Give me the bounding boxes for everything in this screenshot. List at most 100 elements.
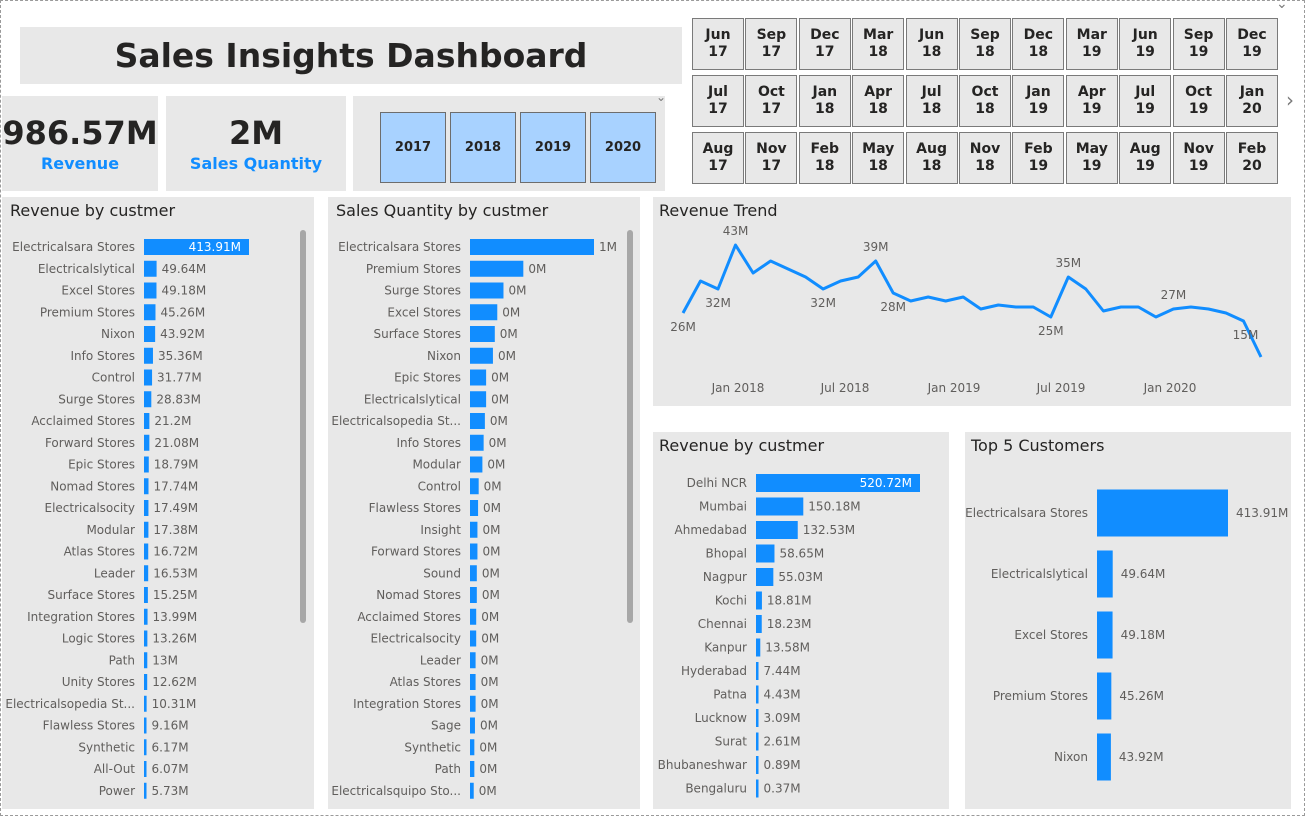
data-label: 49.18M bbox=[161, 284, 206, 298]
filter-chevron-down-icon[interactable]: ⌄ bbox=[1276, 0, 1288, 12]
category-label: Delhi NCR bbox=[687, 476, 747, 490]
month-button-sep-18[interactable]: Sep 18 bbox=[959, 18, 1011, 70]
data-label: 4.43M bbox=[764, 688, 801, 702]
category-label: Premium Stores bbox=[40, 305, 135, 319]
data-label: 13.26M bbox=[152, 632, 197, 646]
month-button-jan-18[interactable]: Jan 18 bbox=[798, 75, 851, 127]
month-button-feb-18[interactable]: Feb 18 bbox=[798, 132, 851, 184]
month-year-label: 20 bbox=[1242, 101, 1262, 117]
category-label: Surge Stores bbox=[58, 392, 135, 406]
month-button-dec-17[interactable]: Dec 17 bbox=[798, 18, 851, 70]
bar bbox=[144, 347, 153, 364]
month-year-label: 20 bbox=[1242, 158, 1262, 174]
month-label: Feb bbox=[1024, 141, 1053, 157]
year-button-2018[interactable]: 2018 bbox=[450, 112, 516, 183]
month-button-aug-17[interactable]: Aug 17 bbox=[692, 132, 744, 184]
month-year-label: 19 bbox=[1135, 44, 1155, 60]
data-label: 0M bbox=[482, 545, 500, 559]
scrollbar[interactable] bbox=[300, 230, 306, 623]
bar bbox=[144, 761, 147, 777]
month-button-jun-18[interactable]: Jun 18 bbox=[905, 18, 958, 70]
month-button-may-18[interactable]: May 18 bbox=[852, 132, 905, 184]
month-button-nov-18[interactable]: Nov 18 bbox=[959, 132, 1011, 184]
month-button-jan-19[interactable]: Jan 19 bbox=[1012, 75, 1065, 127]
month-button-oct-18[interactable]: Oct 18 bbox=[959, 75, 1011, 127]
revenue-by-market-panel: Revenue by custmer Delhi NCR 520.72M Mumba… bbox=[653, 432, 949, 809]
month-button-may-19[interactable]: May 19 bbox=[1065, 132, 1118, 184]
bar bbox=[1097, 550, 1113, 598]
month-button-aug-19[interactable]: Aug 19 bbox=[1119, 132, 1172, 184]
month-button-jul-19[interactable]: Jul 19 bbox=[1119, 75, 1172, 127]
year-button-2017[interactable]: 2017 bbox=[380, 112, 446, 183]
sales-quantity-value: 2M bbox=[228, 114, 284, 152]
data-label: 18.81M bbox=[767, 594, 812, 608]
month-button-sep-17[interactable]: Sep 17 bbox=[745, 18, 798, 70]
category-label: Excel Stores bbox=[61, 284, 135, 298]
category-label: Sound bbox=[423, 566, 461, 580]
month-label: Jun bbox=[919, 27, 945, 43]
data-label: 27M bbox=[1161, 288, 1187, 302]
month-button-jul-17[interactable]: Jul 17 bbox=[692, 75, 744, 127]
scrollbar[interactable] bbox=[627, 230, 633, 623]
month-button-mar-18[interactable]: Mar 18 bbox=[852, 18, 905, 70]
month-button-sep-19[interactable]: Sep 19 bbox=[1172, 18, 1225, 70]
bar bbox=[144, 478, 149, 495]
revenue-trend-panel: Revenue Trend 26M 32M 43M 32M 39M 28M 25M 35M 27… bbox=[653, 197, 1291, 406]
month-label: Apr bbox=[1077, 84, 1106, 100]
month-button-oct-19[interactable]: Oct 19 bbox=[1172, 75, 1225, 127]
bar bbox=[470, 304, 498, 321]
category-label: Logic Stores bbox=[62, 632, 135, 646]
data-label: 0M bbox=[491, 371, 509, 385]
category-label: Hyderabad bbox=[681, 664, 747, 678]
month-year-label: 18 bbox=[975, 101, 995, 117]
year-button-2020[interactable]: 2020 bbox=[590, 112, 656, 183]
month-button-jul-18[interactable]: Jul 18 bbox=[905, 75, 958, 127]
month-button-jun-19[interactable]: Jun 19 bbox=[1119, 18, 1172, 70]
sales-quantity-card[interactable]: 2M Sales Quantity bbox=[166, 96, 346, 191]
data-label: 28M bbox=[880, 300, 906, 314]
month-button-apr-18[interactable]: Apr 18 bbox=[852, 75, 905, 127]
year-button-2019[interactable]: 2019 bbox=[520, 112, 586, 183]
month-button-nov-17[interactable]: Nov 17 bbox=[745, 132, 798, 184]
data-label: 58.65M bbox=[779, 547, 824, 561]
bar bbox=[470, 456, 483, 473]
month-button-oct-17[interactable]: Oct 17 bbox=[745, 75, 798, 127]
bar bbox=[144, 587, 148, 603]
bar bbox=[756, 544, 775, 563]
month-year-label: 17 bbox=[815, 44, 835, 60]
category-label: Premium Stores bbox=[366, 262, 461, 276]
month-button-mar-19[interactable]: Mar 19 bbox=[1065, 18, 1118, 70]
bar bbox=[470, 413, 485, 429]
month-button-feb-20[interactable]: Feb 20 bbox=[1226, 132, 1278, 184]
data-label: 0M bbox=[482, 588, 500, 602]
month-label: Sep bbox=[1183, 27, 1214, 43]
category-label: Electricalsara Stores bbox=[338, 240, 461, 254]
category-label: Integration Stores bbox=[353, 697, 461, 711]
category-label: Electricalsocity bbox=[45, 501, 136, 515]
revenue-card[interactable]: 986.57M Revenue bbox=[2, 96, 158, 191]
data-label: 35M bbox=[1056, 256, 1082, 270]
data-label: 43.92M bbox=[160, 327, 205, 341]
bar bbox=[144, 391, 152, 408]
month-button-dec-18[interactable]: Dec 18 bbox=[1012, 18, 1065, 70]
category-label: Modular bbox=[86, 523, 135, 537]
month-label: Nov bbox=[1183, 141, 1214, 157]
data-label: 49.64M bbox=[162, 262, 207, 276]
month-button-apr-19[interactable]: Apr 19 bbox=[1065, 75, 1118, 127]
month-button-jan-20[interactable]: Jan 20 bbox=[1226, 75, 1278, 127]
month-label: Nov bbox=[756, 141, 787, 157]
month-button-aug-18[interactable]: Aug 18 bbox=[905, 132, 958, 184]
chevron-down-icon[interactable]: ⌄ bbox=[656, 90, 666, 104]
month-button-nov-19[interactable]: Nov 19 bbox=[1172, 132, 1225, 184]
chevron-right-icon[interactable]: › bbox=[1286, 88, 1294, 112]
bar bbox=[470, 478, 479, 495]
month-button-jun-17[interactable]: Jun 17 bbox=[692, 18, 744, 70]
month-button-feb-19[interactable]: Feb 19 bbox=[1012, 132, 1065, 184]
month-year-label: 19 bbox=[1135, 101, 1155, 117]
month-label: Aug bbox=[916, 141, 947, 157]
bar bbox=[144, 695, 147, 712]
bar bbox=[1097, 672, 1112, 720]
data-label: 0M bbox=[481, 610, 499, 624]
bar bbox=[144, 652, 148, 669]
month-button-dec-19[interactable]: Dec 19 bbox=[1226, 18, 1278, 70]
